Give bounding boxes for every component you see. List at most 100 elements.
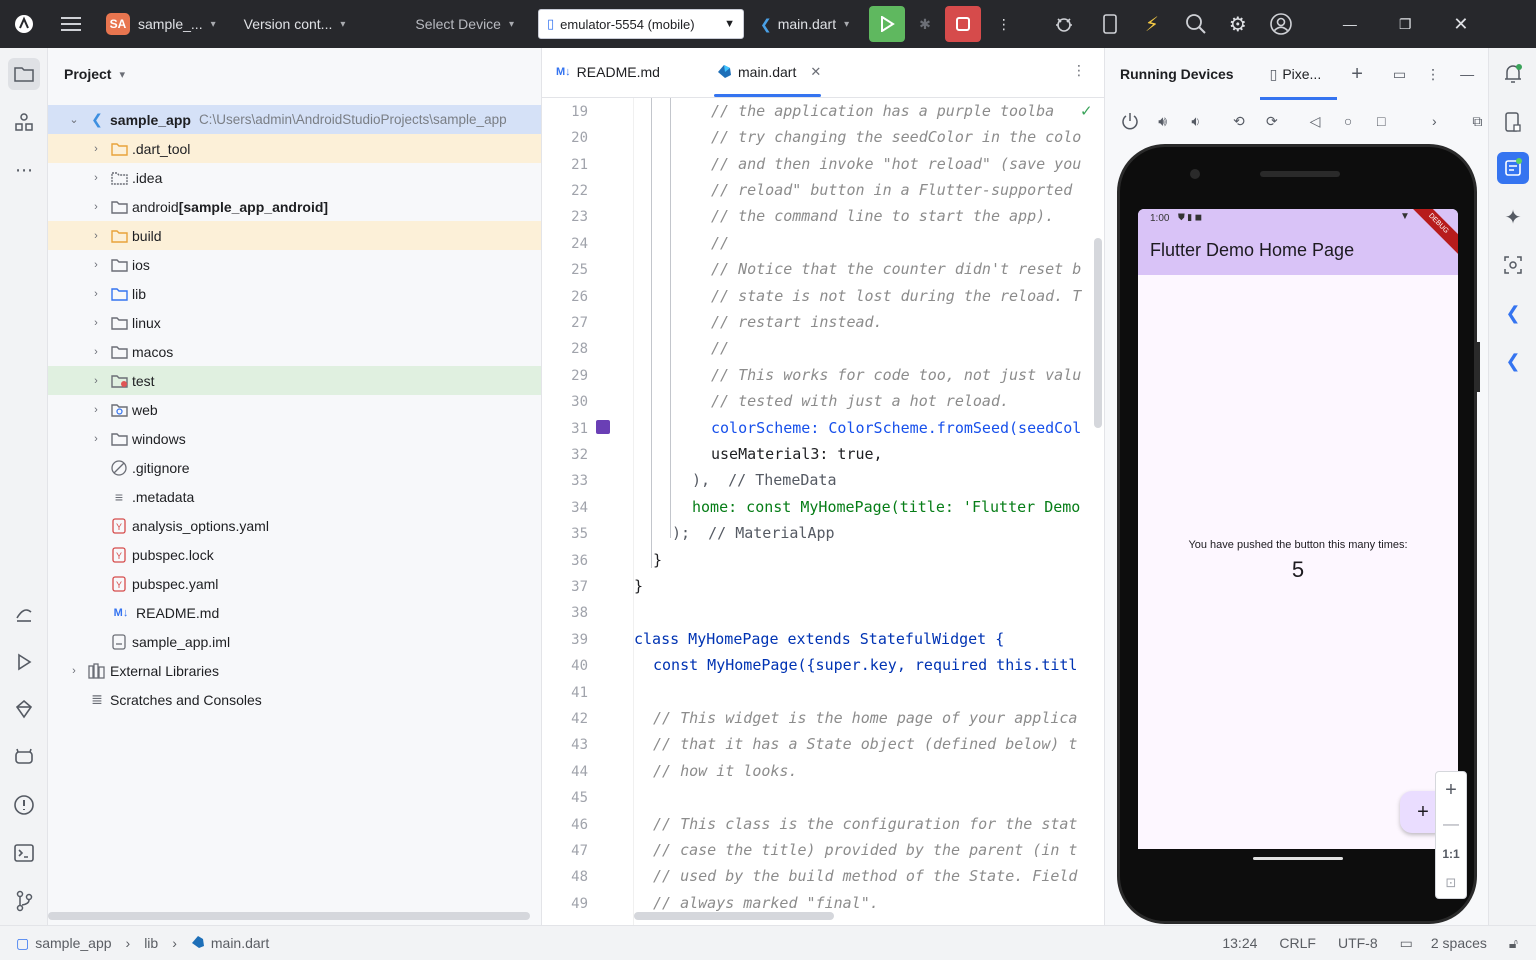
breadcrumb-item[interactable]: sample_app bbox=[35, 935, 111, 951]
logcat-icon[interactable] bbox=[8, 741, 40, 773]
home-icon[interactable]: ○ bbox=[1338, 110, 1359, 132]
project-panel-header[interactable]: Project ▾ bbox=[48, 48, 541, 100]
fit-screen-icon[interactable]: ⊡ bbox=[1446, 875, 1457, 891]
run-icon[interactable] bbox=[8, 646, 40, 678]
code-area[interactable]: // the application has a purple toolba ✓… bbox=[634, 98, 1104, 925]
search-icon[interactable] bbox=[1179, 0, 1213, 48]
more-options-icon[interactable]: ⋮ bbox=[1426, 66, 1440, 83]
rotate-left-icon[interactable]: ⟲ bbox=[1228, 110, 1249, 132]
more-tools-icon[interactable]: ⋯ bbox=[8, 154, 40, 186]
back-icon[interactable]: ◁ bbox=[1304, 110, 1325, 132]
more-tabs-icon[interactable]: ⋮ bbox=[1072, 62, 1086, 79]
terminal-icon[interactable] bbox=[8, 837, 40, 869]
tree-item[interactable]: ≡ .metadata bbox=[48, 482, 541, 511]
gemini-icon[interactable] bbox=[8, 693, 40, 725]
tree-item[interactable]: Y pubspec.yaml bbox=[48, 569, 541, 598]
minimize-icon[interactable]: — bbox=[1337, 0, 1363, 48]
debug-icon[interactable]: ✱ bbox=[913, 0, 937, 48]
tree-item[interactable]: Y pubspec.lock bbox=[48, 540, 541, 569]
tab-main-dart[interactable]: main.dart ✕ bbox=[698, 47, 835, 97]
tree-item[interactable]: .gitignore bbox=[48, 453, 541, 482]
hot-reload-icon[interactable]: ⚡ bbox=[1139, 0, 1165, 48]
tree-item[interactable]: › linux bbox=[48, 308, 541, 337]
lock-icon[interactable]: 🔓︎ bbox=[1509, 935, 1518, 952]
layout-inspector-icon[interactable] bbox=[1497, 249, 1529, 281]
line-number: 45 bbox=[571, 790, 588, 806]
flutter-inspector-icon[interactable]: ❮ bbox=[1497, 297, 1529, 329]
tree-item[interactable]: › web bbox=[48, 395, 541, 424]
more-actions-icon[interactable]: ⋮ bbox=[991, 0, 1017, 48]
tree-item[interactable]: Y analysis_options.yaml bbox=[48, 511, 541, 540]
layout-icon[interactable]: ▭ bbox=[1393, 66, 1406, 83]
tree-item[interactable]: › build bbox=[48, 221, 541, 250]
volume-down-icon[interactable]: 🔉︎ bbox=[1185, 110, 1206, 132]
vertical-scrollbar[interactable] bbox=[1094, 238, 1102, 428]
zoom-in-icon[interactable]: + bbox=[1445, 779, 1457, 802]
file-encoding[interactable]: UTF-8 bbox=[1338, 935, 1378, 951]
flutter-performance-icon[interactable]: ❮ bbox=[1497, 345, 1529, 377]
breadcrumb-item[interactable]: main.dart bbox=[211, 935, 269, 951]
indent-widget[interactable]: ▭ 2 spaces bbox=[1400, 935, 1487, 952]
structure-icon[interactable] bbox=[8, 106, 40, 138]
add-device-icon[interactable]: + bbox=[1351, 63, 1363, 86]
rotate-right-icon[interactable]: ⟳ bbox=[1261, 110, 1282, 132]
zoom-out-icon[interactable]: — bbox=[1443, 816, 1459, 834]
volume-up-icon[interactable]: 🔊︎ bbox=[1152, 110, 1173, 132]
app-logo-icon[interactable] bbox=[0, 0, 48, 48]
chevron-right-icon[interactable]: › bbox=[1424, 110, 1445, 132]
tree-scratches[interactable]: ≣ Scratches and Consoles bbox=[48, 685, 541, 714]
gradle-icon[interactable] bbox=[8, 598, 40, 630]
tree-item[interactable]: › test bbox=[48, 366, 541, 395]
problems-icon[interactable] bbox=[8, 789, 40, 821]
overview-icon[interactable]: □ bbox=[1371, 110, 1392, 132]
gear-icon[interactable]: ⚙ bbox=[1223, 0, 1253, 48]
device-file-explorer-icon[interactable] bbox=[1497, 106, 1529, 138]
close-icon[interactable]: ✕ bbox=[810, 64, 821, 80]
attach-debugger-icon[interactable] bbox=[1047, 0, 1081, 48]
tree-item[interactable]: › windows bbox=[48, 424, 541, 453]
tree-item[interactable]: › android [sample_app_android] bbox=[48, 192, 541, 221]
zoom-reset-button[interactable]: 1:1 bbox=[1442, 847, 1459, 861]
main-menu-icon[interactable] bbox=[48, 0, 94, 48]
color-swatch-icon[interactable] bbox=[596, 420, 610, 434]
line-number: 44 bbox=[571, 764, 588, 780]
screenshot-icon[interactable]: ⧉ bbox=[1467, 110, 1488, 132]
tree-item[interactable]: M↓ README.md bbox=[48, 598, 541, 627]
tree-item[interactable]: › macos bbox=[48, 337, 541, 366]
device-screen[interactable]: 1:00 ⛊ ▮ ◼ ▼ DEBUG Flutter Demo Home Pag… bbox=[1138, 209, 1458, 849]
run-button[interactable] bbox=[869, 6, 906, 42]
vcs-selector[interactable]: Version cont... ▾ bbox=[238, 0, 352, 48]
stop-button[interactable] bbox=[944, 6, 981, 42]
tab-device[interactable]: ▯ Pixe... bbox=[1259, 48, 1338, 100]
gesture-bar[interactable] bbox=[1253, 857, 1343, 860]
breadcrumb-item[interactable]: lib bbox=[144, 935, 158, 951]
device-manager-icon[interactable] bbox=[1095, 0, 1125, 48]
git-icon[interactable] bbox=[8, 885, 40, 917]
notifications-icon[interactable] bbox=[1497, 58, 1529, 90]
gemini-sparkle-icon[interactable]: ✦ bbox=[1497, 201, 1529, 233]
tab-readme[interactable]: M↓ README.md bbox=[542, 47, 698, 97]
line-separator[interactable]: CRLF bbox=[1279, 935, 1316, 951]
close-icon[interactable]: ✕ bbox=[1447, 0, 1474, 48]
restore-icon[interactable]: ❐ bbox=[1393, 0, 1418, 48]
tree-item-label: linux bbox=[132, 314, 161, 331]
select-device-dropdown[interactable]: Select Device ▾ bbox=[409, 0, 520, 48]
tree-item[interactable]: › lib bbox=[48, 279, 541, 308]
minimize-panel-icon[interactable]: — bbox=[1460, 66, 1474, 82]
tree-item[interactable]: › .dart_tool bbox=[48, 134, 541, 163]
device-dropdown[interactable]: ▯ emulator-5554 (mobile) ▼ bbox=[538, 9, 744, 39]
power-icon[interactable] bbox=[1119, 110, 1140, 132]
run-config-selector[interactable]: ❮ main.dart ▾ bbox=[754, 0, 855, 48]
project-selector[interactable]: SA sample_... ▾ bbox=[100, 0, 222, 48]
account-icon[interactable] bbox=[1263, 0, 1299, 48]
tree-item[interactable]: › .idea bbox=[48, 163, 541, 192]
cursor-position[interactable]: 13:24 bbox=[1222, 935, 1257, 951]
horizontal-scrollbar[interactable] bbox=[634, 912, 834, 920]
tree-external-libraries[interactable]: › External Libraries bbox=[48, 656, 541, 685]
horizontal-scrollbar[interactable] bbox=[48, 912, 530, 920]
running-devices-icon[interactable] bbox=[1497, 152, 1529, 184]
tree-root[interactable]: ⌄ ❮ sample_app C:\Users\admin\AndroidStu… bbox=[48, 105, 541, 134]
tree-item[interactable]: sample_app.iml bbox=[48, 627, 541, 656]
tree-item[interactable]: › ios bbox=[48, 250, 541, 279]
folder-icon[interactable] bbox=[8, 58, 40, 90]
